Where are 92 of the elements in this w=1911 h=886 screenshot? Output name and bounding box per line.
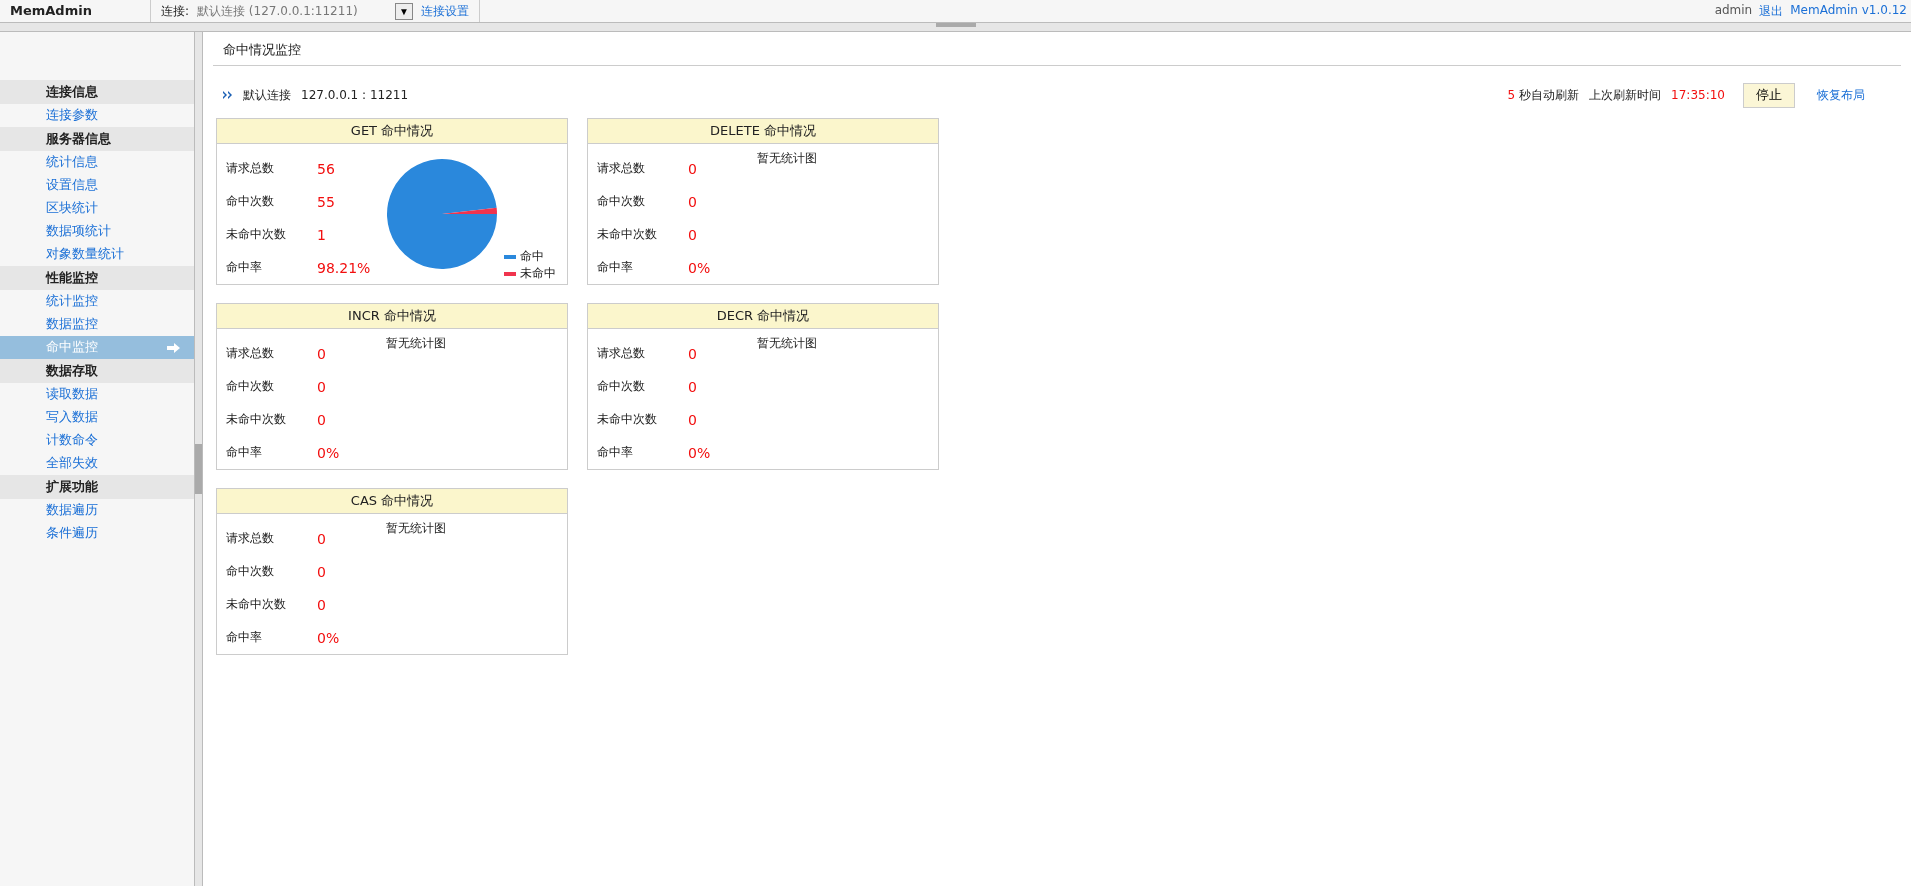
double-chevron-icon — [223, 91, 233, 99]
stat-value: 0 — [317, 345, 326, 362]
stat-value: 0 — [688, 345, 697, 362]
stat-label: 未命中次数 — [597, 226, 658, 243]
sidebar-group-header: 连接信息 — [0, 80, 194, 104]
sidebar-group-header: 扩展功能 — [0, 475, 194, 499]
splitter-handle[interactable] — [935, 23, 976, 27]
stat-label: 请求总数 — [597, 160, 646, 177]
restore-layout-link[interactable]: 恢复布局 — [1817, 86, 1865, 104]
stat-label: 请求总数 — [597, 345, 646, 362]
logout-link[interactable]: 退出 — [1759, 2, 1784, 20]
stat-label: 命中次数 — [597, 193, 646, 210]
sidebar-group-header: 数据存取 — [0, 359, 194, 383]
stat-label: 命中次数 — [226, 378, 275, 395]
stat-label: 命中率 — [226, 629, 263, 646]
stat-label: 命中率 — [597, 259, 634, 276]
no-chart-text: 暂无统计图 — [386, 520, 446, 536]
stat-label: 命中率 — [226, 259, 263, 276]
stat-value: 0 — [317, 530, 326, 547]
connection-settings-link[interactable]: 连接设置 — [421, 2, 470, 20]
refresh-label: 秒自动刷新 — [1519, 86, 1580, 104]
stat-value: 0 — [688, 378, 697, 395]
panel-title: CAS 命中情况 — [350, 492, 434, 510]
stat-value: 55 — [317, 193, 335, 210]
stat-value: 0 — [317, 411, 326, 428]
sidebar-item[interactable]: 统计信息 — [0, 151, 194, 174]
username: admin — [1714, 2, 1753, 19]
stat-label: 命中次数 — [226, 193, 275, 210]
stat-value: 1 — [317, 226, 326, 243]
stat-label: 请求总数 — [226, 345, 275, 362]
sidebar-item[interactable]: 统计监控 — [0, 290, 194, 313]
stat-value: 0% — [688, 444, 711, 461]
no-chart-text: 暂无统计图 — [757, 150, 817, 166]
sidebar-item[interactable]: 数据项统计 — [0, 220, 194, 243]
stat-value: 0 — [688, 193, 697, 210]
legend-label: 未命中 — [520, 265, 556, 282]
stat-value: 0 — [688, 226, 697, 243]
stat-value: 0 — [688, 411, 697, 428]
connection-label: 连接: — [161, 2, 190, 20]
sidebar-item[interactable]: 对象数量统计 — [0, 243, 194, 266]
sidebar-group-header: 服务器信息 — [0, 127, 194, 151]
sidebar-item[interactable]: 条件遍历 — [0, 522, 194, 545]
connection-address: 127.0.0.1 : 11211 — [301, 88, 409, 102]
stat-value: 0% — [317, 629, 340, 646]
sidebar-item[interactable]: 计数命令 — [0, 429, 194, 452]
arrow-right-icon — [167, 342, 180, 353]
sidebar-item[interactable]: 区块统计 — [0, 197, 194, 220]
legend-swatch — [504, 271, 516, 276]
sidebar-item[interactable]: 连接参数 — [0, 104, 194, 127]
stat-value: 0% — [688, 259, 711, 276]
sidebar-item[interactable]: 写入数据 — [0, 406, 194, 429]
stat-label: 命中次数 — [226, 563, 275, 580]
splitter-handle[interactable] — [195, 444, 202, 494]
stat-label: 未命中次数 — [226, 411, 287, 428]
version-link[interactable]: MemAdmin v1.0.12 — [1790, 2, 1907, 20]
sidebar-item[interactable]: 全部失效 — [0, 452, 194, 475]
stat-label: 命中率 — [597, 444, 634, 461]
sidebar-item[interactable]: 数据遍历 — [0, 499, 194, 522]
sidebar-group-header: 性能监控 — [0, 266, 194, 290]
stat-value: 56 — [317, 160, 335, 177]
legend-label: 命中 — [520, 248, 544, 265]
stop-button[interactable]: 停止 — [1743, 82, 1795, 108]
stat-value: 0 — [317, 378, 326, 395]
stat-value: 98.21% — [317, 259, 371, 276]
stat-label: 未命中次数 — [597, 411, 658, 428]
page-title: 命中情况监控 — [223, 42, 301, 59]
last-refresh-time: 17:35:10 — [1671, 88, 1725, 102]
stat-label: 未命中次数 — [226, 226, 287, 243]
stat-label: 命中率 — [226, 444, 263, 461]
no-chart-text: 暂无统计图 — [386, 335, 446, 351]
panel-title: GET 命中情况 — [350, 122, 434, 140]
last-refresh-label: 上次刷新时间 — [1589, 86, 1662, 104]
panel-title: DECR 命中情况 — [716, 307, 810, 325]
stat-label: 未命中次数 — [226, 596, 287, 613]
stat-value: 0 — [317, 596, 326, 613]
panel-title: DELETE 命中情况 — [710, 122, 816, 140]
stat-label: 命中次数 — [597, 378, 646, 395]
stat-value: 0% — [317, 444, 340, 461]
stat-label: 请求总数 — [226, 160, 275, 177]
connection-name: 默认连接 — [243, 86, 291, 104]
sidebar-item[interactable]: 数据监控 — [0, 313, 194, 336]
stat-label: 请求总数 — [226, 530, 275, 547]
no-chart-text: 暂无统计图 — [757, 335, 817, 351]
dropdown-button[interactable]: ▼ — [395, 2, 414, 20]
stat-value: 0 — [317, 563, 326, 580]
panel-title: INCR 命中情况 — [348, 307, 436, 325]
connection-select[interactable]: 默认连接 (127.0.0.1:11211) — [197, 2, 388, 20]
stat-value: 0 — [688, 160, 697, 177]
sidebar-item[interactable]: 设置信息 — [0, 174, 194, 197]
sidebar-item[interactable]: 读取数据 — [0, 383, 194, 406]
legend-swatch — [504, 254, 516, 259]
refresh-interval: 5 — [1507, 88, 1516, 102]
